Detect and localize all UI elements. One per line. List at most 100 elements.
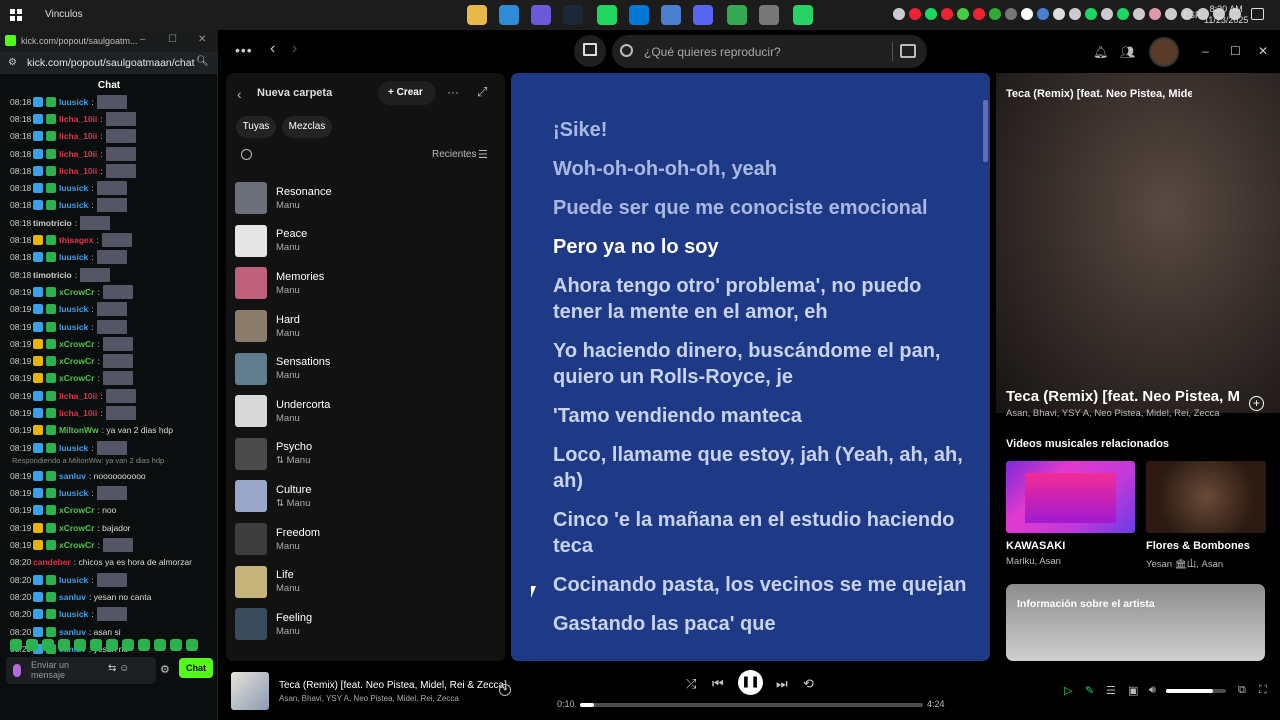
tray-icon[interactable] bbox=[1021, 8, 1033, 20]
track-title[interactable]: Teca (Remix) [feat. Neo Pistea, Midel, R… bbox=[279, 680, 507, 691]
tray-icon[interactable] bbox=[957, 8, 969, 20]
message-username[interactable]: sanluv bbox=[59, 592, 86, 602]
lyric-line[interactable]: Ahora tengo otro' problema', no puedo te… bbox=[553, 273, 973, 325]
tray-icon[interactable] bbox=[941, 8, 953, 20]
message-username[interactable]: licha_10ii bbox=[59, 114, 97, 124]
more-options-icon[interactable]: ··· bbox=[447, 85, 459, 99]
lyric-line[interactable]: Cocinando pasta, los vecinos se me queja… bbox=[553, 572, 973, 598]
mini-player-icon[interactable]: ⧉ bbox=[1238, 684, 1246, 697]
fullscreen-icon[interactable]: ⛶ bbox=[1259, 684, 1267, 697]
message-username[interactable]: xCrowCr bbox=[59, 373, 94, 383]
now-playing-view-icon[interactable]: ▷ bbox=[1064, 684, 1072, 697]
tray-icon[interactable] bbox=[1117, 8, 1129, 20]
whatsapp-icon[interactable] bbox=[793, 5, 813, 25]
store-icon[interactable] bbox=[629, 5, 649, 25]
track-cover[interactable] bbox=[231, 672, 269, 710]
tray-icon[interactable] bbox=[989, 8, 1001, 20]
lyrics-scrollbar[interactable] bbox=[983, 100, 988, 162]
tray-icon[interactable] bbox=[1085, 8, 1097, 20]
message-username[interactable]: timotricio bbox=[33, 218, 72, 228]
lyric-line[interactable]: Puede ser que me conociste emocional bbox=[553, 195, 973, 221]
message-username[interactable]: luusick bbox=[59, 304, 88, 314]
message-username[interactable]: xCrowCr bbox=[59, 339, 94, 349]
message-username[interactable]: luusick bbox=[59, 183, 88, 193]
lyric-line[interactable]: Cinco 'e la mañana en el estudio haciend… bbox=[553, 507, 973, 559]
lyric-line[interactable]: 'Tamo vendiendo manteca bbox=[553, 403, 973, 429]
quick-emote[interactable] bbox=[10, 639, 22, 651]
bell-icon[interactable]: 🔔︎ bbox=[1093, 45, 1108, 59]
sort-label[interactable]: Recientes bbox=[432, 149, 476, 160]
quick-emote[interactable] bbox=[42, 639, 54, 651]
progress-bar[interactable] bbox=[580, 703, 923, 707]
lyric-line[interactable]: Pero ya no lo soy bbox=[553, 234, 973, 260]
message-username[interactable]: luusick bbox=[59, 443, 88, 453]
message-username[interactable]: sanluv bbox=[59, 627, 86, 637]
chat-message-list[interactable]: 08:18 luusick: 08:18 licha_10ii: 08:18 licha_… bbox=[10, 93, 210, 658]
maximize-icon[interactable]: ☐ bbox=[1230, 44, 1241, 58]
chrome-profile-icon[interactable] bbox=[727, 5, 747, 25]
tray-icon[interactable] bbox=[1133, 8, 1145, 20]
chat-settings-icon[interactable]: ⚙ bbox=[160, 663, 170, 676]
message-username[interactable]: luusick bbox=[59, 575, 88, 585]
quick-emote[interactable] bbox=[170, 639, 182, 651]
filter-chip-tuyas[interactable]: Tuyas bbox=[236, 116, 276, 138]
quick-emote[interactable] bbox=[90, 639, 102, 651]
close-icon[interactable]: ✕ bbox=[1258, 44, 1268, 58]
tray-icon[interactable] bbox=[893, 8, 905, 20]
minimize-icon[interactable]: – bbox=[140, 34, 146, 45]
quick-emote[interactable] bbox=[58, 639, 70, 651]
site-settings-icon[interactable]: ⚙ bbox=[8, 57, 17, 68]
message-username[interactable]: luusick bbox=[59, 488, 88, 498]
maximize-icon[interactable]: ☐ bbox=[168, 34, 177, 45]
minimize-icon[interactable]: – bbox=[1202, 44, 1209, 58]
message-username[interactable]: xCrowCr bbox=[59, 523, 94, 533]
playlist-item[interactable]: Undercorta Manu bbox=[235, 390, 499, 433]
message-username[interactable]: licha_10ii bbox=[59, 149, 97, 159]
message-username[interactable]: luusick bbox=[59, 97, 88, 107]
playlist-item[interactable]: Peace Manu bbox=[235, 220, 499, 263]
quick-emote[interactable] bbox=[106, 639, 118, 651]
tray-icon[interactable] bbox=[1069, 8, 1081, 20]
search-icon[interactable] bbox=[241, 149, 252, 160]
playlist-item[interactable]: Psycho ⇅ Manu bbox=[235, 433, 499, 476]
quick-emote[interactable] bbox=[122, 639, 134, 651]
message-username[interactable]: luusick bbox=[59, 322, 88, 332]
zoom-icon[interactable]: 🔍︎ bbox=[196, 56, 209, 67]
spotify-menu-icon[interactable]: ••• bbox=[235, 42, 253, 58]
forward-icon[interactable]: › bbox=[292, 40, 297, 58]
video-thumbnail-flores[interactable] bbox=[1146, 461, 1266, 533]
list-view-icon[interactable]: ☰ bbox=[478, 148, 488, 161]
playlist-item[interactable]: Freedom Manu bbox=[235, 518, 499, 561]
quick-emote[interactable] bbox=[74, 639, 86, 651]
filter-chip-mezclas[interactable]: Mezclas bbox=[282, 116, 332, 138]
lyric-line[interactable]: Loco, llamame que estoy, jah (Yeah, ah, … bbox=[553, 442, 973, 494]
back-icon[interactable]: ‹ bbox=[270, 40, 275, 58]
message-username[interactable]: xCrowCr bbox=[59, 287, 94, 297]
pause-button[interactable]: ❚❚ bbox=[738, 670, 763, 695]
message-username[interactable]: licha_10ii bbox=[59, 131, 97, 141]
tray-icon[interactable] bbox=[925, 8, 937, 20]
lyric-line[interactable]: Woh-oh-oh-oh-oh, yeah bbox=[553, 156, 973, 182]
steam-icon[interactable] bbox=[563, 5, 583, 25]
repeat-icon[interactable]: ⟲ bbox=[803, 676, 814, 692]
emote-picker-icon[interactable]: ⇆ ☺ bbox=[108, 663, 129, 674]
quick-emote[interactable] bbox=[186, 639, 198, 651]
message-username[interactable]: xCrowCr bbox=[59, 540, 94, 550]
kick-emote-icon[interactable] bbox=[13, 664, 21, 677]
avatar[interactable] bbox=[1149, 37, 1179, 67]
close-icon[interactable]: ✕ bbox=[198, 34, 206, 45]
tray-icon[interactable] bbox=[1005, 8, 1017, 20]
settings-icon[interactable] bbox=[759, 5, 779, 25]
message-username[interactable]: sanluv bbox=[59, 471, 86, 481]
kick-url[interactable]: kick.com/popout/saulgoatmaan/chat bbox=[27, 57, 195, 69]
message-username[interactable]: thisagex bbox=[59, 235, 94, 245]
playlist-item[interactable]: Hard Manu bbox=[235, 305, 499, 348]
message-username[interactable]: candeber bbox=[33, 557, 71, 567]
message-username[interactable]: licha_10ii bbox=[59, 408, 97, 418]
message-username[interactable]: xCrowCr bbox=[59, 356, 94, 366]
tray-icon[interactable] bbox=[1165, 8, 1177, 20]
discord-icon[interactable] bbox=[693, 5, 713, 25]
volume-icon[interactable]: 🔊︎ bbox=[1149, 684, 1156, 697]
browse-icon[interactable] bbox=[900, 44, 916, 58]
playlist-item[interactable]: Culture ⇅ Manu bbox=[235, 475, 499, 518]
